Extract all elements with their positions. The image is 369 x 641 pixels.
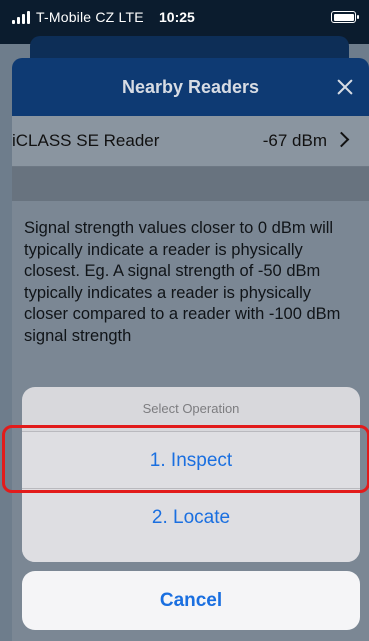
nav-bar: Nearby Readers xyxy=(12,58,369,116)
signal-info-text: Signal strength values closer to 0 dBm w… xyxy=(24,219,341,345)
inspect-button[interactable]: 1. Inspect xyxy=(22,431,360,488)
chevron-right-icon xyxy=(333,131,350,148)
action-sheet: Select Operation 1. Inspect 2. Locate xyxy=(22,387,360,562)
reader-signal-strength: -67 dBm xyxy=(262,131,327,150)
clock: 10:25 xyxy=(159,9,195,25)
close-icon[interactable] xyxy=(329,71,361,103)
carrier-label: T-Mobile CZ LTE xyxy=(36,9,144,25)
screen: T-Mobile CZ LTE 10:25 Nearby Readers iCL… xyxy=(0,0,369,641)
battery-icon xyxy=(331,11,359,23)
battery-fill xyxy=(333,13,354,21)
reader-list-item[interactable]: iCLASS SE Reader -67 dBm xyxy=(12,116,369,167)
section-divider xyxy=(12,167,369,201)
action-sheet-title: Select Operation xyxy=(142,401,240,416)
signal-bars-icon xyxy=(12,10,34,24)
cancel-button[interactable]: Cancel xyxy=(22,571,360,630)
locate-button[interactable]: 2. Locate xyxy=(22,488,360,562)
page-title: Nearby Readers xyxy=(121,77,260,97)
reader-name: iCLASS SE Reader xyxy=(12,131,160,150)
